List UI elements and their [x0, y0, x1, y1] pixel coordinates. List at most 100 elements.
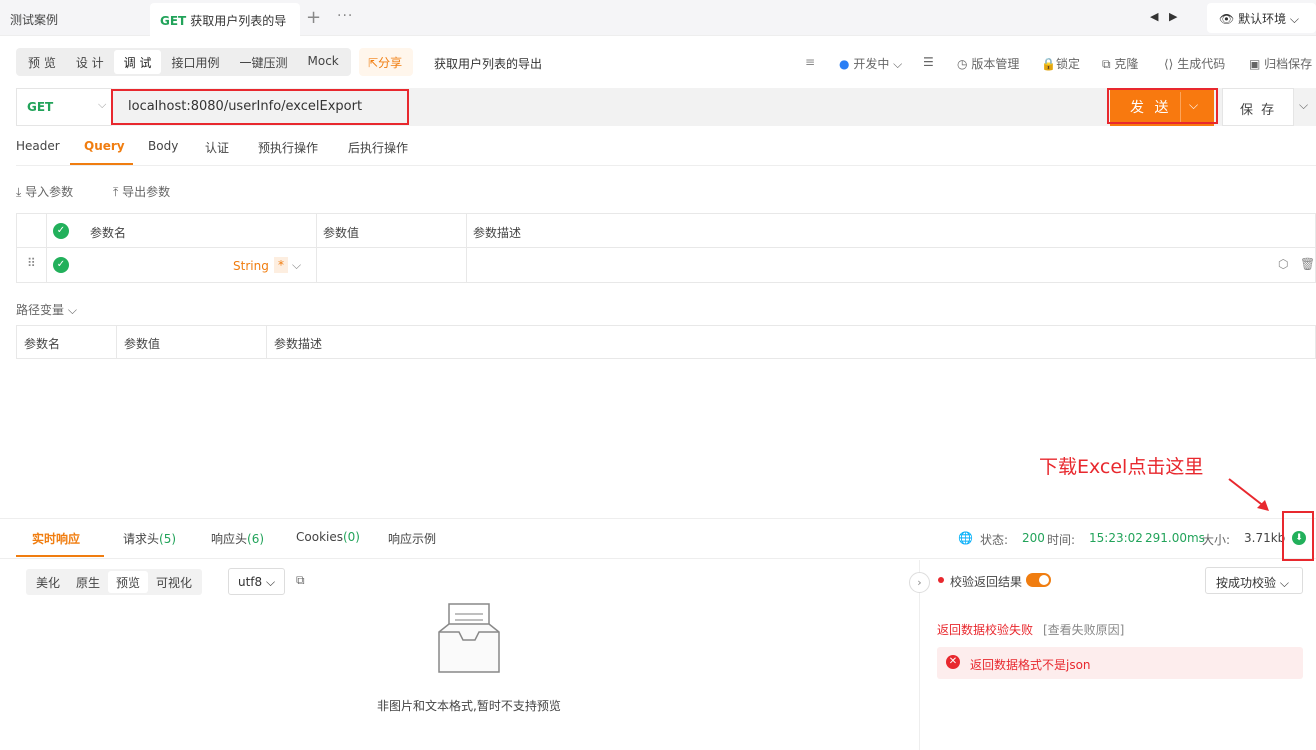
path-vars-toggle[interactable]: 路径变量 ⌵ — [16, 301, 77, 318]
col-param-desc: 参数描述 — [473, 226, 522, 240]
response-tabs-divider — [0, 558, 1316, 559]
lock-label: 锁定 — [1055, 57, 1080, 71]
size-value: 3.71kb — [1244, 531, 1286, 545]
mode-design[interactable]: 设 计 — [66, 50, 114, 74]
error-message: 返回数据格式不是json — [970, 658, 1091, 672]
tab-body[interactable]: Body — [148, 139, 178, 153]
code-icon: ⟨⟩ — [1164, 57, 1174, 71]
mode-debug[interactable]: 调 试 — [113, 50, 162, 74]
tab-live-response[interactable]: 实时响应 — [32, 530, 80, 547]
annotation-arrow — [1228, 478, 1269, 511]
chevron-down-icon: ⌵ — [1289, 12, 1300, 26]
tab-count: (0) — [342, 530, 360, 544]
tab-auth[interactable]: 认证 — [205, 139, 229, 156]
add-tab-icon[interactable]: + — [306, 7, 321, 28]
tab-header[interactable]: Header — [16, 139, 60, 153]
view-preview[interactable]: 预览 — [108, 571, 149, 593]
prev-tab-icon[interactable]: ◀ — [1150, 10, 1158, 23]
path-vars-title: 路径变量 — [16, 303, 65, 317]
mode-mock[interactable]: Mock — [298, 50, 349, 74]
view-beautify[interactable]: 美化 — [28, 571, 68, 593]
chevron-down-icon[interactable]: ⌵ — [292, 258, 301, 273]
chevron-down-icon: ⌵ — [893, 57, 903, 71]
path-col-desc: 参数描述 — [274, 337, 323, 351]
tab-bar: 测试案例 GET 获取用户列表的导 + ··· ◀ ▶ 👁 默认环境 ⌵ — [0, 0, 1316, 36]
param-type[interactable]: String — [233, 259, 269, 273]
row-checkbox[interactable]: ✓ — [53, 257, 69, 273]
lock-button[interactable]: 🔒锁定 — [1041, 55, 1080, 72]
tab-active-request[interactable]: GET 获取用户列表的导 — [150, 3, 300, 36]
export-label: 导出参数 — [122, 185, 171, 199]
validate-mode-select[interactable]: 按成功校验 ⌵ — [1205, 567, 1303, 594]
tab-post-script[interactable]: 后执行操作 — [348, 139, 408, 156]
share-button[interactable]: ⇱分享 — [359, 48, 413, 76]
mode-api-case[interactable]: 接口用例 — [161, 50, 229, 74]
query-params-table — [16, 213, 1316, 283]
table-divider — [466, 213, 467, 283]
cube-icon[interactable]: ⬡ — [1278, 257, 1288, 271]
version-button[interactable]: ◷ 版本管理 — [957, 55, 1019, 72]
list-icon[interactable]: ☰ — [923, 55, 934, 69]
tab-request-headers[interactable]: 请求头(5) — [123, 530, 176, 547]
validation-fail-text: 返回数据校验失败 — [937, 623, 1034, 637]
status-dropdown[interactable]: ● 开发中 ⌵ — [839, 55, 902, 72]
encoding-select[interactable]: utf8 ⌵ — [228, 568, 285, 595]
chevron-down-icon: ⌵ — [1279, 576, 1289, 590]
drag-handle-icon[interactable]: ⠿ — [27, 256, 36, 270]
copy-icon[interactable]: ⧉ — [296, 573, 305, 588]
mode-stress-test[interactable]: 一键压测 — [230, 50, 298, 74]
view-fail-reason-link[interactable]: [查看失败原因] — [1043, 621, 1124, 638]
tab-response-example[interactable]: 响应示例 — [388, 530, 436, 547]
save-button[interactable]: 保 存 — [1222, 88, 1294, 126]
export-params-button[interactable]: ⤒ 导出参数 — [113, 183, 170, 200]
view-visualize[interactable]: 可视化 — [148, 571, 200, 593]
import-icon: ⤓ — [16, 185, 22, 199]
active-tab-indicator — [16, 555, 104, 557]
tab-query[interactable]: Query — [84, 139, 125, 153]
error-icon: ✕ — [946, 655, 960, 669]
view-raw[interactable]: 原生 — [68, 571, 108, 593]
import-params-button[interactable]: ⤓ 导入参数 — [16, 183, 73, 200]
chevron-down-icon: ⌵ — [67, 303, 77, 317]
active-tab-indicator — [70, 163, 133, 165]
time-value: 15:23:02 — [1089, 531, 1143, 545]
chevron-down-icon: ⌵ — [98, 98, 107, 111]
mode-switch: 预 览 设 计 调 试 接口用例 一键压测 Mock — [16, 48, 351, 76]
tab-test-cases[interactable]: 测试案例 — [10, 11, 58, 28]
select-all-checkbox[interactable]: ✓ — [53, 223, 69, 239]
tab-pre-script[interactable]: 预执行操作 — [258, 139, 318, 156]
validate-mode-label: 按成功校验 — [1216, 576, 1277, 590]
validate-toggle[interactable] — [1026, 573, 1051, 587]
trash-icon[interactable]: 🗑 — [1300, 257, 1315, 271]
environment-label: 默认环境 — [1238, 12, 1287, 26]
method-label: GET — [27, 100, 54, 114]
status-dot-icon: ● — [839, 57, 850, 71]
next-tab-icon[interactable]: ▶ — [1169, 10, 1177, 23]
required-badge[interactable]: * — [274, 257, 288, 273]
tab-nav-arrows[interactable]: ◀ ▶ — [1150, 10, 1177, 23]
tab-label: 请求头 — [123, 532, 160, 546]
clone-button[interactable]: ⧉ 克隆 — [1102, 55, 1138, 72]
gencode-button[interactable]: ⟨⟩ 生成代码 — [1164, 55, 1225, 72]
edit-icon[interactable]: ≡ — [805, 55, 815, 69]
save-dropdown-icon[interactable]: ⌵ — [1299, 98, 1308, 113]
environment-select[interactable]: 👁 默认环境 ⌵ — [1207, 3, 1316, 33]
copy-icon: ⧉ — [1102, 57, 1111, 71]
table-divider — [116, 325, 117, 359]
tab-count: (5) — [159, 532, 177, 546]
archive-button[interactable]: ▣ 归档保存 — [1249, 55, 1312, 72]
chevron-down-icon: ⌵ — [266, 575, 276, 589]
col-param-name: 参数名 — [90, 226, 127, 240]
tab-label: Cookies — [296, 530, 343, 544]
table-divider — [16, 247, 1316, 248]
more-tabs-icon[interactable]: ··· — [337, 8, 353, 24]
path-vars-table — [16, 325, 1316, 359]
tab-response-headers[interactable]: 响应头(6) — [211, 530, 264, 547]
tab-method: GET — [160, 14, 187, 28]
tab-label: 响应头 — [211, 532, 248, 546]
table-divider — [46, 213, 47, 283]
collapse-panel-icon[interactable]: › — [909, 572, 930, 593]
api-name-input[interactable]: 获取用户列表的导出 — [434, 55, 542, 72]
tab-cookies[interactable]: Cookies(0) — [296, 530, 360, 544]
mode-preview[interactable]: 预 览 — [18, 50, 66, 74]
